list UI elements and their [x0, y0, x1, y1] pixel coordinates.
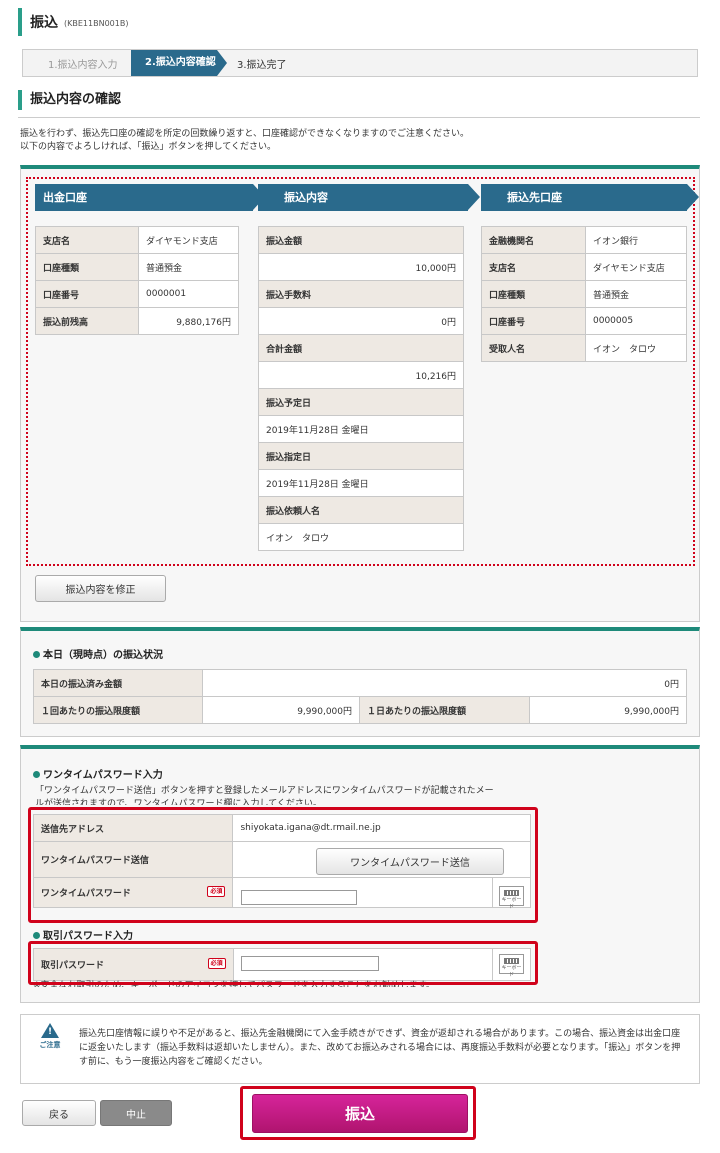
- table-row: 10,216円: [258, 361, 464, 389]
- from-account-table: 支店名 ダイヤモンド支店 口座種類 普通預金 口座番号 0000001 振込前残高 9,…: [35, 226, 239, 335]
- intro-text: 振込を行わず、振込先口座の確認を所定の回数繰り返すと、口座確認ができなくなります…: [20, 129, 470, 152]
- caution-text: 振込先口座情報に誤りや不足があると、振込先金融機関にて入金手続きができず、資金が…: [79, 1029, 681, 1067]
- confirmation-panel: 出金口座 振込内容 振込先口座 支店名 ダイヤモンド支店 口座種類 普通預金 口座番…: [20, 165, 700, 622]
- table-row: 受取人名 イオン タロウ: [481, 334, 687, 362]
- table-row: 支店名 ダイヤモンド支店: [35, 226, 239, 254]
- table-row: 振込依頼人名: [258, 496, 464, 524]
- txn-password-title: 取引パスワード入力: [33, 927, 133, 942]
- bullet-icon: [33, 651, 40, 658]
- bullet-icon: [33, 771, 40, 778]
- page-header: 振込 (KBE11BN001B): [18, 8, 128, 36]
- table-row: 10,000円: [258, 253, 464, 281]
- table-row: 合計金額: [258, 334, 464, 362]
- table-row: イオン タロウ: [258, 523, 464, 551]
- page-title: 振込: [30, 15, 58, 31]
- table-row: 2019年11月28日 金曜日: [258, 469, 464, 497]
- table-row: 口座種類 普通預金: [481, 280, 687, 308]
- otp-highlight-box: [28, 807, 538, 923]
- transfer-table: 振込金額 10,000円 振込手数料 0円 合計金額 10,216円 振込予定日…: [258, 226, 464, 551]
- caution-icon: ! ご注意: [35, 1023, 65, 1050]
- bullet-icon: [33, 932, 40, 939]
- table-row: 口座番号 0000005: [481, 307, 687, 335]
- transfer-heading: 振込内容: [258, 184, 480, 211]
- table-row: 本日の振込済み金額 0円: [33, 669, 687, 697]
- table-row: 口座番号 0000001: [35, 280, 239, 308]
- table-row: 支店名 ダイヤモンド支店: [481, 253, 687, 281]
- table-row: 振込金額: [258, 226, 464, 254]
- to-account-heading: 振込先口座: [481, 184, 699, 211]
- table-row: 振込前残高 9,880,176円: [35, 307, 239, 335]
- table-row: 金融機関名 イオン銀行: [481, 226, 687, 254]
- caution-notice: ! ご注意 振込先口座情報に誤りや不足があると、振込先金融機関にて入金手続きがで…: [20, 1014, 700, 1084]
- status-table: 本日の振込済み金額 0円 １回あたりの振込限度額 9,990,000円 １日あたりの振…: [33, 669, 687, 724]
- password-panel: ワンタイムパスワード入力 「ワンタイムパスワード送信」ボタンを押すと登録したメー…: [20, 745, 700, 1003]
- table-row: 2019年11月28日 金曜日: [258, 415, 464, 443]
- back-button[interactable]: 戻る: [22, 1100, 96, 1126]
- txn-highlight-box: [28, 941, 538, 985]
- to-account-table: 金融機関名 イオン銀行 支店名 ダイヤモンド支店 口座種類 普通預金 口座番号 0000…: [481, 226, 687, 362]
- table-row: １回あたりの振込限度額 9,990,000円 １日あたりの振込限度額 9,990,00…: [33, 696, 687, 724]
- otp-description: 「ワンタイムパスワード送信」ボタンを押すと登録したメールアドレスにワンタイムパス…: [35, 786, 494, 805]
- transfer-status-panel: 本日（現時点）の振込状況 本日の振込済み金額 0円 １回あたりの振込限度額 9,99…: [20, 627, 700, 737]
- status-title: 本日（現時点）の振込状況: [33, 646, 163, 661]
- from-account-heading: 出金口座: [35, 184, 265, 211]
- table-row: 0円: [258, 307, 464, 335]
- step-input: 1.振込内容入力: [48, 59, 118, 71]
- step-indicator: 1.振込内容入力 2.振込内容確認 3.振込完了: [22, 49, 698, 77]
- otp-title: ワンタイムパスワード入力: [33, 766, 163, 781]
- screen-code: (KBE11BN001B): [64, 19, 129, 28]
- step-confirm: 2.振込内容確認: [131, 50, 227, 76]
- table-row: 口座種類 普通預金: [35, 253, 239, 281]
- table-row: 振込予定日: [258, 388, 464, 416]
- table-row: 振込指定日: [258, 442, 464, 470]
- cancel-button[interactable]: 中止: [100, 1100, 172, 1126]
- section-divider: [18, 117, 700, 118]
- section-title: 振込内容の確認: [18, 90, 121, 110]
- submit-transfer-button[interactable]: 振込: [252, 1094, 468, 1133]
- step-complete: 3.振込完了: [237, 59, 287, 71]
- modify-transfer-button[interactable]: 振込内容を修正: [35, 575, 166, 602]
- table-row: 振込手数料: [258, 280, 464, 308]
